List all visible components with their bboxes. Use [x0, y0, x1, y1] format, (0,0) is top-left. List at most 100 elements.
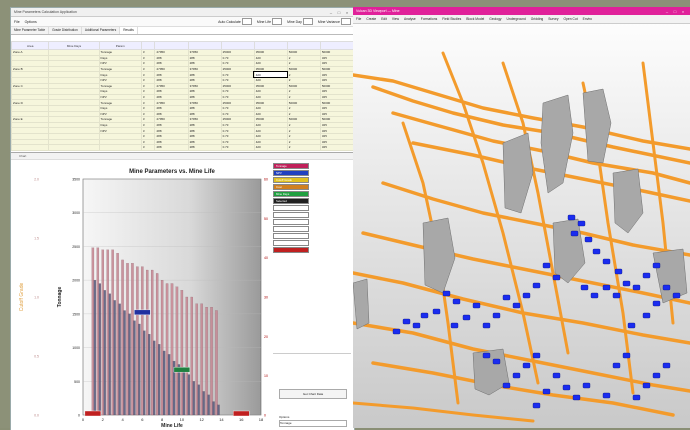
- legend-item[interactable]: [273, 212, 309, 218]
- minimize-icon[interactable]: –: [663, 9, 671, 14]
- grid-header[interactable]: [220, 41, 255, 50]
- grid-header[interactable]: [253, 41, 288, 50]
- menu-item[interactable]: File: [356, 17, 361, 21]
- annotation-marker[interactable]: [233, 410, 250, 417]
- grid-header[interactable]: Area: [11, 41, 50, 50]
- ore-block: [542, 388, 551, 395]
- mine-day-control[interactable]: Mine Day: [287, 18, 313, 25]
- grid-cell[interactable]: 0.73: [220, 149, 255, 151]
- mine-day-field[interactable]: [302, 18, 313, 25]
- grid-header[interactable]: [187, 41, 222, 50]
- grid-cell[interactable]: [98, 149, 142, 151]
- tab-1[interactable]: Grade Distribution: [49, 27, 82, 34]
- mine-life-control[interactable]: Mine Life: [257, 18, 283, 25]
- annotation-marker[interactable]: [84, 410, 102, 417]
- mine-variance-field[interactable]: [341, 18, 351, 25]
- menu-item[interactable]: Block Model: [466, 17, 484, 21]
- series-select[interactable]: Tonnage: [279, 420, 347, 427]
- grid-header[interactable]: [286, 41, 321, 50]
- menu-item[interactable]: Enviro: [583, 17, 592, 21]
- maximize-icon[interactable]: □: [335, 10, 343, 15]
- auto-calculate-checkbox[interactable]: [241, 18, 252, 25]
- mine-life-field[interactable]: [272, 18, 283, 25]
- menu-options[interactable]: Options: [25, 20, 37, 24]
- grid-header[interactable]: [154, 41, 189, 50]
- bar-npv: [182, 371, 186, 416]
- annotation-marker[interactable]: [173, 366, 191, 373]
- legend-item[interactable]: Mine Days: [273, 191, 309, 197]
- legend-item[interactable]: Tonnage: [273, 163, 309, 169]
- close-icon[interactable]: ×: [679, 9, 687, 14]
- grid-cell[interactable]: 325: [319, 149, 354, 151]
- y-far-left-tick-label: 0.0: [34, 414, 39, 418]
- 3d-mine-scene[interactable]: [353, 23, 690, 428]
- menu-file[interactable]: File: [14, 20, 20, 24]
- legend-item[interactable]: [273, 247, 309, 253]
- ore-block: [462, 314, 471, 321]
- menu-item[interactable]: Field Studies: [442, 17, 461, 21]
- x-tick-label: 6: [141, 417, 144, 422]
- legend-item[interactable]: NPV: [273, 170, 309, 176]
- bar-npv: [212, 401, 215, 416]
- bar-tonnage: [180, 290, 184, 416]
- maximize-icon[interactable]: □: [671, 9, 679, 14]
- minimize-icon[interactable]: –: [327, 10, 335, 15]
- legend-item[interactable]: [273, 226, 309, 232]
- close-icon[interactable]: ×: [343, 10, 351, 15]
- grid-header[interactable]: Mine Days: [48, 41, 100, 50]
- y-right-tick-label: 30: [264, 296, 268, 300]
- bar-tonnage: [215, 310, 218, 416]
- grid-cell[interactable]: 420: [253, 149, 288, 151]
- parameter-grid[interactable]: Area Mine Days Param Zone A Tonnage 3 27950 379…: [11, 41, 354, 151]
- y-tick-label: 0: [78, 414, 80, 418]
- x-tick-label: 10: [180, 417, 185, 422]
- legend-item[interactable]: [273, 233, 309, 239]
- ore-block: [532, 402, 541, 409]
- mine-variance-control[interactable]: Mine Variance: [318, 18, 351, 25]
- grid-header[interactable]: [319, 41, 354, 50]
- grid-header[interactable]: Param: [98, 41, 142, 50]
- grid-cell[interactable]: 2: [286, 149, 321, 151]
- bar-npv: [133, 320, 136, 416]
- menu-item[interactable]: Underground: [507, 17, 526, 21]
- grid-header[interactable]: [140, 41, 156, 50]
- menu-item[interactable]: View: [392, 17, 399, 21]
- auto-calculate-control[interactable]: Auto Calculate: [218, 18, 252, 25]
- legend-item[interactable]: Cost: [273, 184, 309, 190]
- annotation-marker[interactable]: [134, 309, 151, 316]
- bar-tonnage: [165, 283, 169, 416]
- get-chart-data-button[interactable]: Get Chart Data: [279, 389, 347, 399]
- grid-cell[interactable]: [48, 149, 100, 151]
- tunnel: [353, 401, 535, 423]
- tab-0[interactable]: Mine Parameter Table: [11, 27, 50, 34]
- menu-item[interactable]: Gridding: [531, 17, 543, 21]
- legend-item[interactable]: [273, 240, 309, 246]
- bar-npv: [153, 340, 156, 416]
- grid-cell[interactable]: 288: [187, 149, 222, 151]
- viewport-title: Vulcan 3D Viewport — Mine: [356, 9, 400, 13]
- menu-item[interactable]: Analyse: [404, 17, 416, 21]
- ore-block: [392, 328, 401, 335]
- ore-block: [567, 214, 576, 221]
- ore-block: [602, 258, 611, 265]
- grid-cell[interactable]: 3: [140, 149, 156, 151]
- y-tick-label: 3000: [72, 211, 80, 215]
- grid-cell[interactable]: [11, 149, 50, 151]
- menu-item[interactable]: Open Cut: [564, 17, 578, 21]
- legend-item[interactable]: Selected: [273, 198, 309, 204]
- legend-item[interactable]: Cutoff Grade: [273, 177, 309, 183]
- y-tick-label: 2000: [72, 279, 80, 283]
- menu-item[interactable]: Survey: [548, 17, 558, 21]
- menu-item[interactable]: Geology: [489, 17, 501, 21]
- menu-item[interactable]: Create: [366, 17, 376, 21]
- menu-item[interactable]: Formations: [421, 17, 438, 21]
- tab-2[interactable]: Additional Parameters: [81, 27, 121, 34]
- legend-item[interactable]: [273, 205, 309, 211]
- menu-item[interactable]: Edit: [381, 17, 387, 21]
- legend-item[interactable]: [273, 219, 309, 225]
- tab-3[interactable]: Results: [120, 27, 138, 34]
- grid-header-row: Area Mine Days Param: [11, 41, 354, 50]
- ore-block: [482, 352, 491, 359]
- grid-cell[interactable]: 288: [154, 149, 189, 151]
- ore-block: [420, 312, 429, 319]
